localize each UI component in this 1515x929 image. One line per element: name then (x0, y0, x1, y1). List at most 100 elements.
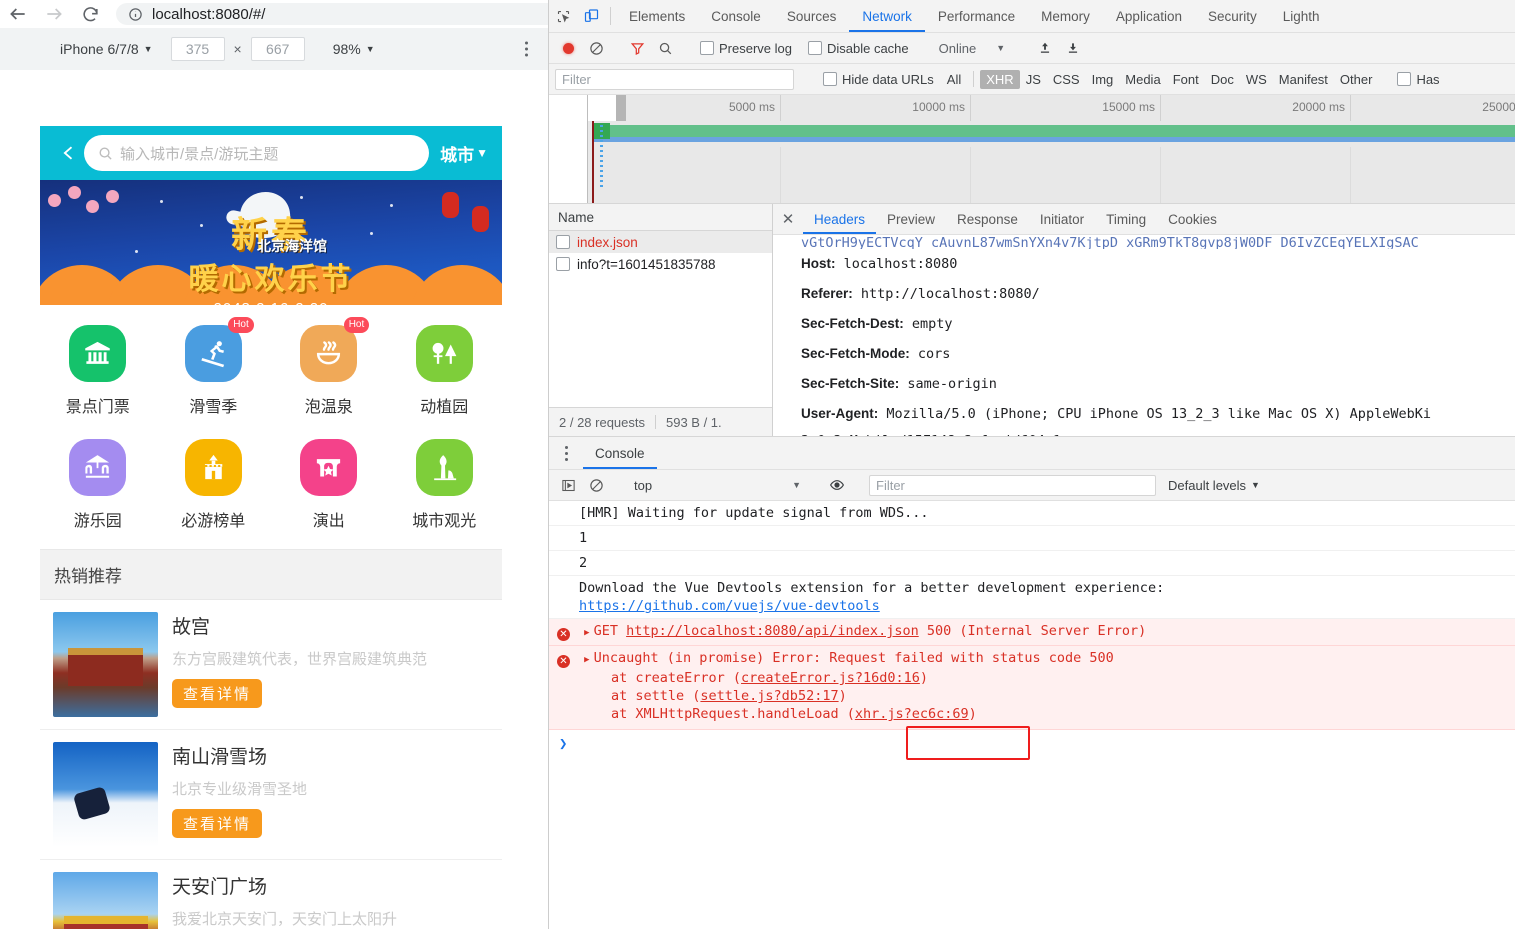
category-item[interactable]: Hot 滑雪季 (156, 317, 272, 431)
filter-type-media[interactable]: Media (1119, 72, 1166, 87)
category-item[interactable]: 必游榜单 (156, 431, 272, 545)
category-item[interactable]: 城市观光 (387, 431, 503, 545)
table-row[interactable]: index.json (549, 231, 772, 253)
tab-sources[interactable]: Sources (774, 0, 850, 32)
chevron-down-icon[interactable]: ▼ (978, 43, 1017, 53)
network-filter-input[interactable]: Filter (555, 68, 794, 90)
console-prompt[interactable]: ❯ (549, 730, 1515, 758)
vue-devtools-link[interactable]: https://github.com/vuejs/vue-devtools (579, 598, 880, 614)
filter-type-js[interactable]: JS (1020, 72, 1047, 87)
preserve-log-checkbox[interactable]: Preserve log (693, 41, 799, 56)
filter-type-img[interactable]: Img (1086, 72, 1120, 87)
row-checkbox[interactable] (556, 235, 570, 249)
row-checkbox[interactable] (556, 257, 570, 271)
clear-icon[interactable] (583, 36, 609, 60)
viewport-height-input[interactable]: 667 (250, 37, 305, 61)
table-row[interactable]: info?t=1601451835788 (549, 253, 772, 275)
device-select[interactable]: iPhone 6/7/8 ▼ (60, 41, 153, 57)
chevron-left-icon[interactable] (54, 139, 84, 167)
overview-scrub-left[interactable] (588, 95, 626, 121)
stack-link[interactable]: xhr.js?ec6c:69 (855, 706, 969, 722)
tab-elements[interactable]: Elements (616, 0, 698, 32)
error-url[interactable]: http://localhost:8080/api/index (626, 623, 878, 639)
filter-type-manifest[interactable]: Manifest (1273, 72, 1334, 87)
export-har-icon[interactable] (1060, 36, 1086, 60)
clear-console-icon[interactable] (583, 473, 609, 497)
record-icon[interactable] (555, 36, 581, 60)
console-error-uncaught[interactable]: ✕ ▶ Uncaught (in promise) Error: Request … (549, 646, 1515, 730)
inspect-element-icon[interactable] (549, 0, 577, 32)
scrub-handle[interactable] (616, 95, 626, 121)
tab-application[interactable]: Application (1103, 0, 1195, 32)
hide-data-urls-checkbox[interactable]: Hide data URLs (816, 72, 941, 87)
console-message-link[interactable]: https://github.com/vuejs/vue-devtools (549, 597, 1515, 619)
device-toolbar-icon[interactable] (577, 0, 605, 32)
forward-button[interactable] (36, 0, 72, 28)
console-context-select[interactable]: top ▼ (624, 478, 809, 493)
expand-triangle-icon[interactable]: ▶ (584, 624, 589, 642)
throttling-select[interactable]: Online (931, 41, 977, 56)
expand-triangle-icon[interactable]: ▶ (584, 651, 589, 669)
close-icon[interactable]: ✕ (773, 210, 803, 228)
tab-security[interactable]: Security (1195, 0, 1270, 32)
hotspring-icon: Hot (300, 317, 370, 382)
tab-initiator[interactable]: Initiator (1029, 205, 1095, 234)
execute-snippet-icon[interactable] (555, 473, 581, 497)
stack-link[interactable]: createError.js?16d0:16 (741, 670, 920, 686)
tab-network[interactable]: Network (849, 0, 925, 32)
live-expression-icon[interactable] (824, 473, 850, 497)
tab-response[interactable]: Response (946, 205, 1029, 234)
tab-headers[interactable]: Headers (803, 205, 876, 234)
city-selector[interactable]: 城市 ▼ (440, 141, 488, 166)
disable-cache-checkbox[interactable]: Disable cache (801, 41, 916, 56)
category-icon-grid: 景点门票 Hot 滑雪季 Hot 泡温泉 动植园 游乐园 必游榜单 演出 城市观… (40, 305, 502, 549)
zoom-select[interactable]: 98% ▼ (333, 41, 375, 57)
category-item[interactable]: 动植园 (387, 317, 503, 431)
category-item[interactable]: 游乐园 (40, 431, 156, 545)
filter-type-other[interactable]: Other (1334, 72, 1379, 87)
column-header-name[interactable]: Name (549, 204, 772, 231)
filter-type-css[interactable]: CSS (1047, 72, 1086, 87)
category-item[interactable]: 演出 (271, 431, 387, 545)
list-item-body: 故宫 东方宫殿建筑代表，世界宫殿建筑典范 查看详情 (158, 612, 489, 717)
filter-type-doc[interactable]: Doc (1205, 72, 1240, 87)
tab-performance[interactable]: Performance (925, 0, 1028, 32)
reload-button[interactable] (72, 0, 108, 28)
network-overview[interactable]: 5000 ms 10000 ms 15000 ms 20000 ms 25000… (549, 95, 1515, 204)
list-item[interactable]: 故宫 东方宫殿建筑代表，世界宫殿建筑典范 查看详情 (40, 600, 502, 730)
viewport-width-input[interactable]: 375 (170, 37, 225, 61)
search-input[interactable]: 输入城市/景点/游玩主题 (84, 135, 430, 171)
category-item[interactable]: Hot 泡温泉 (271, 317, 387, 431)
tab-console[interactable]: Console (698, 0, 774, 32)
tab-console-drawer[interactable]: Console (583, 438, 657, 469)
promo-banner[interactable]: 新春 北京海洋馆 暖心欢乐节 2048.2.16-2.20 (40, 180, 502, 305)
back-button[interactable] (0, 0, 36, 28)
search-icon[interactable] (652, 36, 678, 60)
info-circle-icon[interactable] (128, 7, 143, 22)
console-levels-select[interactable]: Default levels ▼ (1158, 478, 1270, 493)
tab-cookies[interactable]: Cookies (1157, 205, 1228, 234)
view-details-button[interactable]: 查看详情 (172, 679, 263, 708)
filter-type-font[interactable]: Font (1167, 72, 1205, 87)
device-options-menu-button[interactable] (525, 41, 528, 57)
error-url-ext[interactable]: .json (878, 623, 919, 639)
list-item[interactable]: 天安门广场 我爱北京天安门，天安门上太阳升 查看详情 (40, 860, 502, 929)
drawer-menu-button[interactable] (549, 445, 583, 461)
stack-link[interactable]: settle.js?db52:17 (700, 688, 838, 704)
console-filter-input[interactable]: Filter (869, 474, 1156, 496)
has-blocked-cookies-checkbox[interactable]: Has (1390, 72, 1446, 87)
filter-funnel-icon[interactable] (624, 36, 650, 60)
tab-memory[interactable]: Memory (1028, 0, 1103, 32)
filter-type-xhr[interactable]: XHR (980, 69, 1020, 89)
view-details-button[interactable]: 查看详情 (172, 809, 263, 838)
import-har-icon[interactable] (1032, 36, 1058, 60)
list-item[interactable]: 南山滑雪场 北京专业级滑雪圣地 查看详情 (40, 730, 502, 860)
filter-type-ws[interactable]: WS (1240, 72, 1273, 87)
overview-timeline[interactable]: 5000 ms 10000 ms 15000 ms 20000 ms 25000… (588, 95, 1515, 203)
category-item[interactable]: 景点门票 (40, 317, 156, 431)
tab-preview[interactable]: Preview (876, 205, 946, 234)
filter-type-all[interactable]: All (941, 72, 967, 87)
tab-timing[interactable]: Timing (1095, 205, 1157, 234)
tab-lighthouse[interactable]: Lighth (1270, 0, 1333, 32)
console-error-request[interactable]: ✕ ▶ GET http://localhost:8080/api/index.j… (549, 619, 1515, 646)
